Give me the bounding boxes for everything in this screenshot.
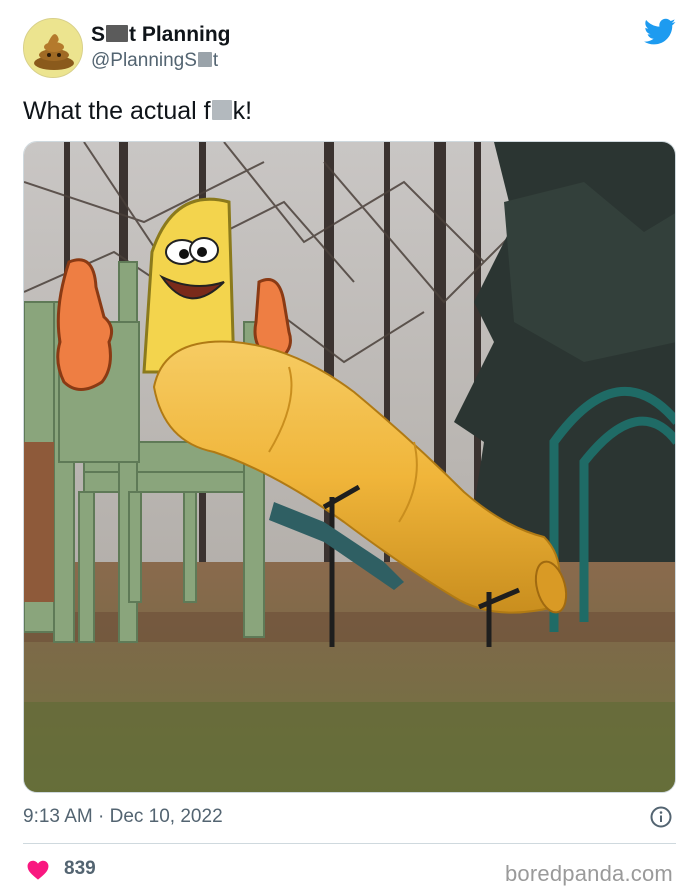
handle-end: t: [212, 50, 219, 71]
playground-slide-photo: [24, 142, 675, 792]
censor-block: [197, 51, 212, 67]
avatar[interactable]: [23, 18, 83, 78]
tweet-time: 9:13 AM: [23, 806, 93, 827]
tweet-text-end: k!: [232, 97, 253, 125]
handle-start: @PlanningS: [91, 50, 197, 71]
tweet-card: St Planning @PlanningS t What the actual …: [0, 0, 700, 896]
poop-emoji-icon: [24, 19, 82, 77]
tweet-timestamp[interactable]: 9:13 AM · Dec 10, 2022: [23, 805, 223, 829]
tweet-text-start: What the actual f: [23, 97, 211, 125]
tweet-photo[interactable]: [23, 141, 676, 793]
censor-block: [211, 100, 232, 121]
censor-block: [106, 25, 129, 43]
tweet-date: Dec 10, 2022: [109, 806, 223, 827]
tweet-text: What the actual f k!: [23, 95, 252, 127]
author-handle[interactable]: @PlanningS t: [91, 50, 218, 72]
like-count[interactable]: 839: [64, 857, 96, 881]
info-icon[interactable]: [650, 806, 672, 828]
twitter-bird-icon[interactable]: [644, 18, 676, 46]
watermark: boredpanda.com: [505, 861, 673, 886]
author-name-end: t Planning: [129, 23, 231, 46]
author-name[interactable]: St Planning: [91, 23, 231, 47]
author-name-start: S: [91, 23, 106, 46]
divider: [23, 843, 676, 844]
heart-icon[interactable]: [27, 860, 49, 880]
meta-separator: ·: [98, 806, 105, 827]
